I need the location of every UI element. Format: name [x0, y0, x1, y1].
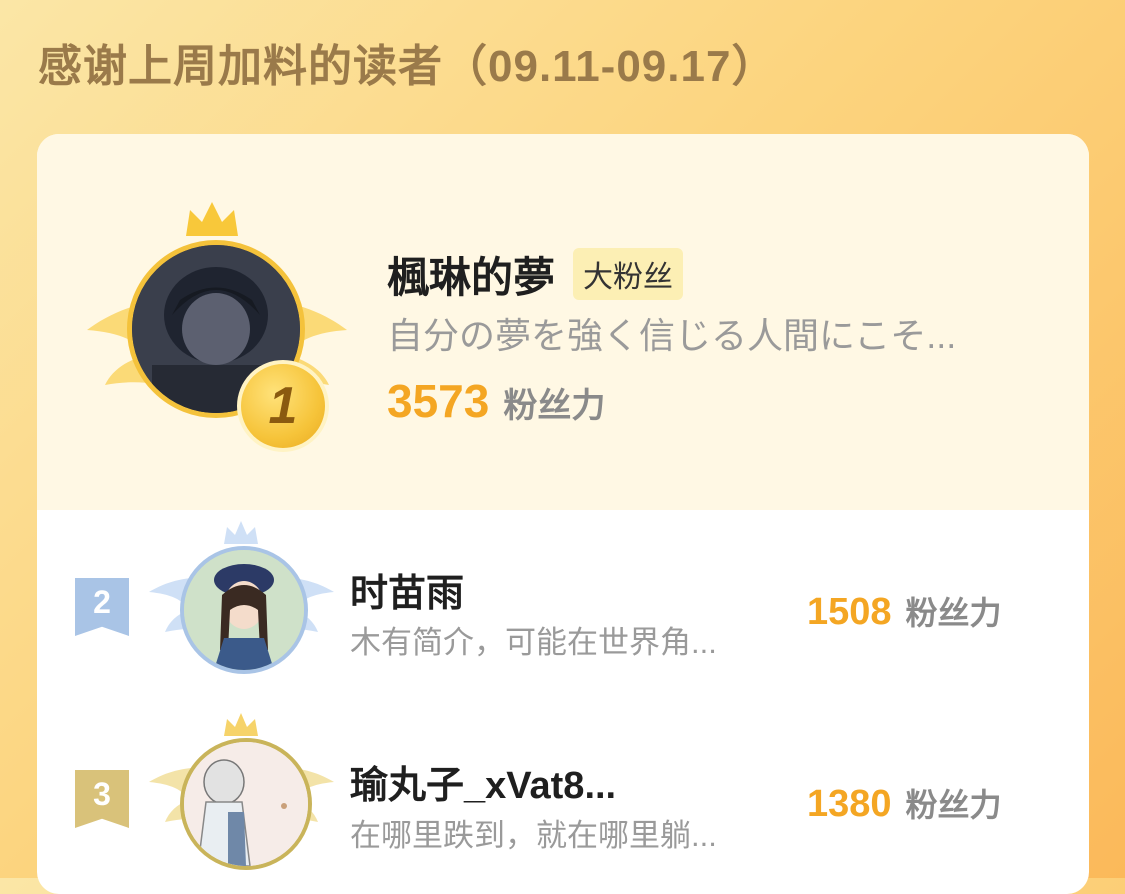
list-item[interactable]: 3 瑜丸子_xVat8... 在哪里跌到，就在哪里躺... 1380 粉丝力	[37, 700, 1089, 894]
score-label: 粉丝力	[905, 787, 1002, 823]
list-item[interactable]: 2 时苗雨 木有简介，可能在世界角... 1508 粉丝力	[37, 510, 1089, 700]
top-reader-score: 3573 粉丝力	[387, 374, 605, 428]
score-label: 粉丝力	[503, 387, 606, 425]
reader-name[interactable]: 瑜丸子_xVat8...	[350, 754, 616, 809]
score-value: 1508	[807, 591, 892, 633]
reader-score: 1508 粉丝力	[807, 588, 1002, 634]
top-reader-bio: 自分の夢を強く信じる人間にこそ...	[387, 315, 957, 356]
rank-medal-icon: 1	[237, 360, 329, 452]
reader-score: 1380 粉丝力	[807, 780, 1002, 826]
avatar[interactable]	[180, 546, 308, 674]
avatar[interactable]	[180, 738, 312, 870]
page-title: 感谢上周加料的读者（09.11-09.17）	[38, 42, 777, 91]
reader-ranking-card: 1 楓琳的夢 大粉丝 自分の夢を強く信じる人間にこそ... 3573 粉丝力 2	[37, 134, 1089, 894]
avatar-image	[184, 550, 304, 670]
crown-icon	[186, 202, 238, 236]
crown-icon	[224, 521, 258, 544]
rank-ribbon-icon: 3	[75, 770, 129, 828]
top-reader-section[interactable]: 1 楓琳的夢 大粉丝 自分の夢を強く信じる人間にこそ... 3573 粉丝力	[37, 134, 1089, 510]
reader-name[interactable]: 时苗雨	[350, 562, 464, 617]
top-reader-avatar-group[interactable]: 1	[87, 200, 347, 452]
score-value: 1380	[807, 783, 892, 825]
reader-bio: 在哪里跌到，就在哪里躺...	[350, 818, 717, 853]
score-label: 粉丝力	[905, 595, 1002, 631]
fan-level-badge: 大粉丝	[573, 248, 683, 300]
crown-icon	[224, 713, 258, 736]
reader-bio: 木有简介，可能在世界角...	[350, 625, 717, 660]
score-value: 3573	[387, 375, 490, 427]
rank-number: 3	[93, 776, 111, 812]
rank-number: 1	[268, 377, 298, 435]
rank-ribbon-icon: 2	[75, 578, 129, 636]
avatar-image	[184, 742, 308, 866]
top-reader-name[interactable]: 楓琳的夢	[387, 244, 555, 305]
rank-number: 2	[93, 584, 111, 620]
